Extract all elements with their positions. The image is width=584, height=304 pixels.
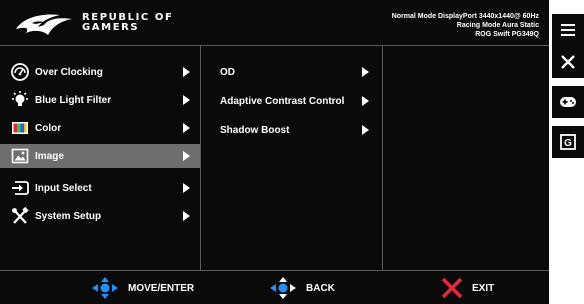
bulb-icon bbox=[10, 90, 30, 110]
menu-item-label: Blue Light Filter bbox=[35, 94, 112, 106]
submenu-item-shadow-boost[interactable]: Shadow Boost bbox=[208, 120, 378, 140]
footer-back-label: BACK bbox=[306, 282, 335, 294]
menu-item-blue-light-filter[interactable]: Blue Light Filter bbox=[0, 88, 200, 112]
menu-item-input-select[interactable]: Input Select bbox=[0, 176, 200, 200]
chevron-right-icon bbox=[362, 96, 369, 106]
submenu-item-label: Shadow Boost bbox=[220, 124, 290, 136]
joystick-back-icon bbox=[270, 277, 296, 299]
tools-icon bbox=[10, 206, 30, 226]
chevron-right-icon bbox=[183, 183, 190, 193]
side-menu-button[interactable] bbox=[552, 14, 584, 46]
submenu-item-label: Adaptive Contrast Control bbox=[220, 95, 345, 107]
menu-item-label: Over Clocking bbox=[35, 66, 103, 78]
menu-item-over-clocking[interactable]: Over Clocking bbox=[0, 60, 200, 84]
mode-line-2: Racing Mode Aura Static bbox=[456, 22, 539, 29]
close-icon bbox=[561, 55, 575, 69]
footer-move-label: MOVE/ENTER bbox=[128, 282, 195, 294]
exit-x-icon bbox=[441, 277, 463, 299]
side-gamepad-button[interactable] bbox=[552, 86, 584, 118]
chevron-right-icon bbox=[183, 67, 190, 77]
menu-item-label: Input Select bbox=[35, 182, 92, 194]
mode-line-1: Normal Mode DisplayPort 3440x1440@ 60Hz bbox=[391, 13, 539, 20]
submenu-item-od[interactable]: OD bbox=[208, 62, 378, 82]
footer-move-enter[interactable]: MOVE/ENTER bbox=[90, 276, 194, 300]
menu-item-label: Image bbox=[35, 150, 64, 162]
menu-item-system-setup[interactable]: System Setup bbox=[0, 204, 200, 228]
chevron-right-icon bbox=[362, 125, 369, 135]
gameplus-icon: G bbox=[560, 134, 576, 150]
column-divider-2 bbox=[382, 46, 383, 270]
submenu-item-adaptive-contrast-control[interactable]: Adaptive Contrast Control bbox=[208, 91, 378, 111]
menu-item-label: Color bbox=[35, 122, 62, 134]
chevron-right-icon bbox=[183, 95, 190, 105]
submenu-item-label: OD bbox=[220, 66, 235, 78]
footer-back[interactable]: BACK bbox=[268, 276, 335, 300]
menu-item-image[interactable]: Image bbox=[0, 144, 200, 168]
color-palette-icon bbox=[10, 118, 30, 138]
input-icon bbox=[10, 178, 30, 198]
menu-item-label: System Setup bbox=[35, 210, 102, 222]
gamepad-icon bbox=[560, 97, 576, 107]
footer-exit[interactable]: EXIT bbox=[440, 276, 494, 300]
mode-line-3: ROG Swift PG349Q bbox=[475, 31, 539, 38]
column-divider-1 bbox=[200, 46, 201, 270]
side-close-button[interactable] bbox=[552, 46, 584, 78]
chevron-right-icon bbox=[183, 211, 190, 221]
footer-divider bbox=[0, 270, 549, 271]
menu-item-color[interactable]: Color bbox=[0, 116, 200, 140]
brand-line-2: GAMERS bbox=[82, 22, 140, 33]
menu-icon bbox=[561, 24, 575, 36]
rog-logo bbox=[16, 14, 72, 36]
joystick-move-icon bbox=[92, 277, 118, 299]
speedometer-icon bbox=[10, 62, 30, 82]
chevron-right-icon bbox=[362, 67, 369, 77]
side-gameplus-button[interactable]: G bbox=[552, 126, 584, 158]
osd-menu: REPUBLIC OF GAMERS Normal Mode DisplayPo… bbox=[0, 0, 549, 304]
osd-header: REPUBLIC OF GAMERS Normal Mode DisplayPo… bbox=[0, 0, 549, 46]
mode-info: Normal Mode DisplayPort 3440x1440@ 60Hz … bbox=[392, 12, 539, 39]
image-icon bbox=[10, 146, 30, 166]
footer-exit-label: EXIT bbox=[472, 282, 495, 294]
chevron-right-icon bbox=[183, 123, 190, 133]
brand-name: REPUBLIC OF GAMERS bbox=[82, 13, 173, 33]
chevron-right-icon bbox=[183, 151, 190, 161]
gameplus-letter: G bbox=[564, 138, 572, 149]
